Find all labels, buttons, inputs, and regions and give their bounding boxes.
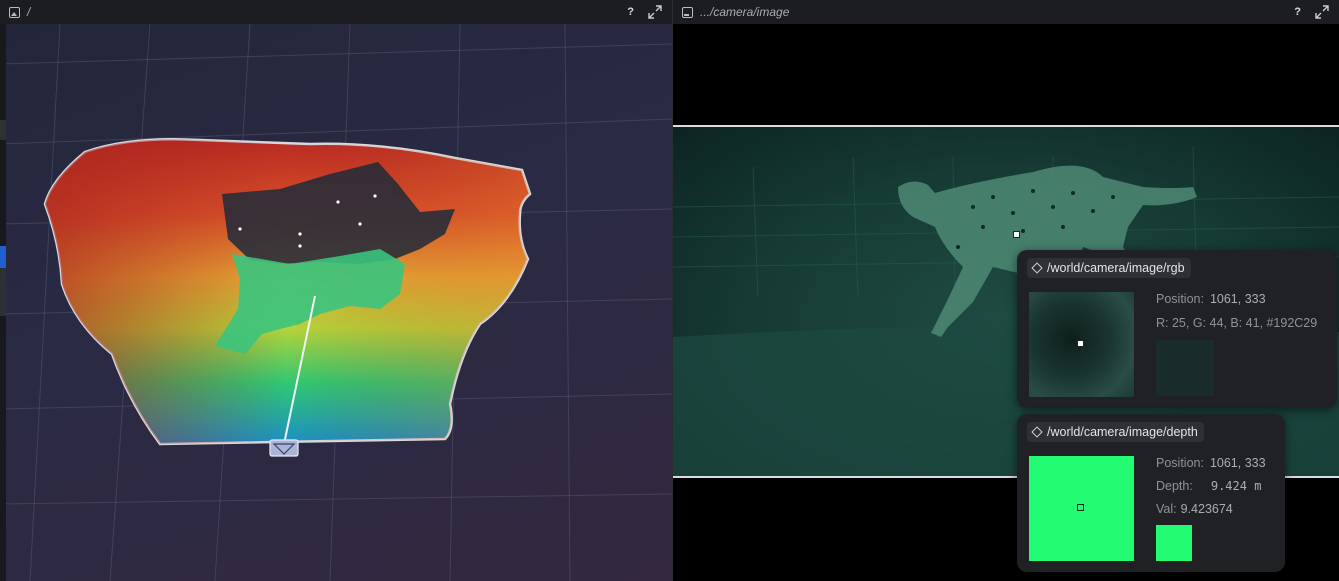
entity-path: /world/camera/image/rgb — [1047, 261, 1185, 275]
entity-path-chip[interactable]: /world/camera/image/depth — [1027, 422, 1204, 442]
point-cloud-scene — [0, 23, 672, 581]
rgb-position-line: Position: 1061, 333 — [1156, 292, 1266, 306]
view-titlebar[interactable]: .../camera/image ? — [673, 0, 1339, 24]
3d-viewport[interactable] — [0, 23, 672, 581]
camera-space-icon — [682, 6, 693, 18]
depth-value-line: Depth: 9.424 m — [1156, 479, 1261, 493]
position-value: 1061, 333 — [1209, 292, 1266, 306]
image-space-icon — [9, 6, 20, 18]
entity-diamond-icon — [1031, 426, 1043, 438]
zoom-center-marker — [1077, 340, 1084, 347]
position-label: Position: — [1156, 456, 1204, 470]
depth-value: 9.424 m — [1210, 479, 1262, 493]
val-label: Val: — [1156, 502, 1177, 516]
raw-value-line: Val: 9.423674 — [1156, 502, 1233, 516]
view-title: / — [27, 5, 31, 19]
rgb-pixel-value: R: 25, G: 44, B: 41, #192C29 — [1156, 316, 1318, 330]
camera-frustum-icon — [269, 439, 299, 457]
spatial-3d-view[interactable]: / ? — [0, 0, 672, 581]
expand-icon[interactable] — [1315, 5, 1329, 19]
depth-position-line: Position: 1061, 333 — [1156, 456, 1266, 470]
depth-zoom-preview — [1029, 456, 1134, 561]
entity-path-chip[interactable]: /world/camera/image/rgb — [1027, 258, 1191, 278]
depth-color-swatch — [1156, 525, 1192, 561]
entity-path: /world/camera/image/depth — [1047, 425, 1198, 439]
position-label: Position: — [1156, 292, 1204, 306]
val-value: 9.423674 — [1180, 502, 1233, 516]
depth-pixel-tooltip: /world/camera/image/depth Position: 1061,… — [1017, 414, 1285, 572]
entity-diamond-icon — [1031, 262, 1043, 274]
view-title: .../camera/image — [700, 5, 790, 19]
help-button[interactable]: ? — [1294, 6, 1301, 18]
view-titlebar[interactable]: / ? — [0, 0, 672, 24]
help-button[interactable]: ? — [627, 6, 634, 18]
depth-label: Depth: — [1156, 479, 1193, 493]
left-edge-strip — [0, 24, 6, 581]
zoom-center-marker — [1077, 504, 1084, 511]
rgb-pixel-tooltip: /world/camera/image/rgb Position: 1061, 3… — [1017, 250, 1337, 408]
expand-icon[interactable] — [648, 5, 662, 19]
position-value: 1061, 333 — [1209, 456, 1266, 470]
rgb-color-swatch — [1156, 340, 1214, 396]
hovered-pixel-marker — [1013, 231, 1020, 238]
rgb-zoom-preview — [1029, 292, 1134, 397]
